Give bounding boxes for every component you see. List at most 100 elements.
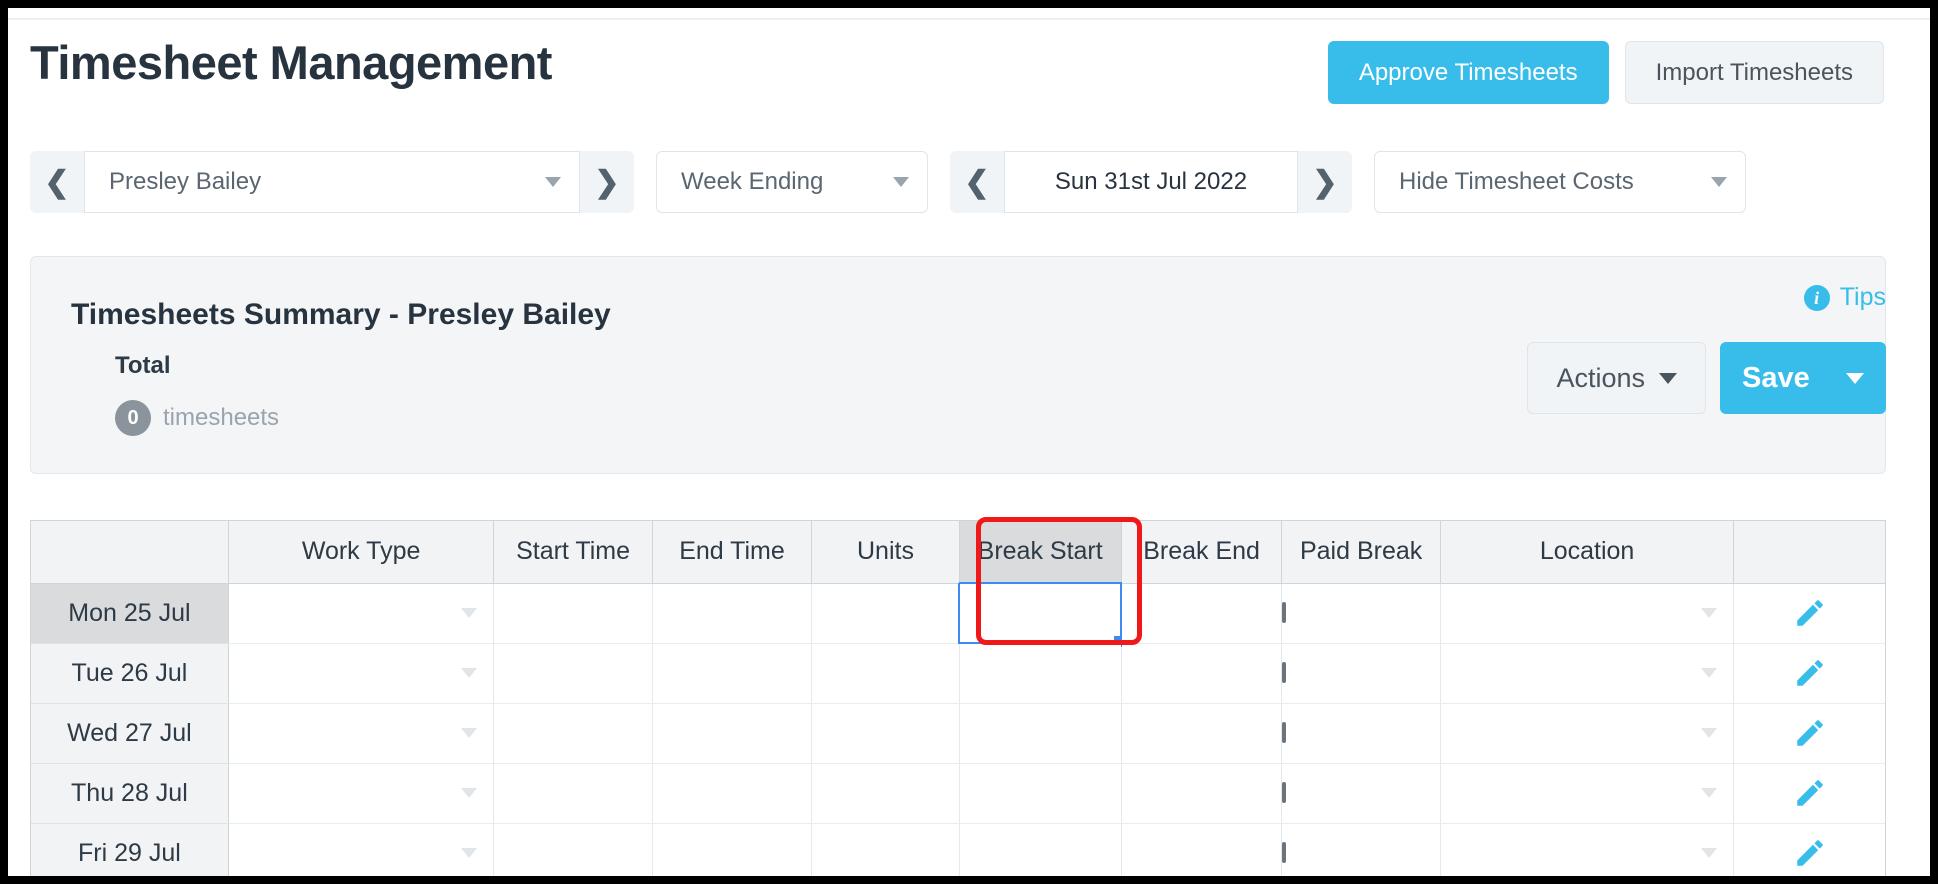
timesheet-count-label: timesheets — [163, 404, 280, 431]
paid-break-checkbox[interactable] — [1282, 662, 1287, 683]
cell-end-time[interactable] — [652, 823, 813, 876]
cell-break-end[interactable] — [1121, 823, 1283, 876]
cell-break-start[interactable] — [959, 703, 1122, 764]
col-header-break-start: Break Start — [959, 521, 1122, 584]
row-day-header[interactable]: Fri 29 Jul — [31, 823, 229, 876]
row-day-header[interactable]: Mon 25 Jul — [31, 583, 229, 644]
cell-paid-break[interactable] — [1281, 763, 1441, 824]
employee-value: Presley Bailey — [109, 168, 262, 195]
paid-break-checkbox[interactable] — [1282, 722, 1287, 743]
pencil-icon[interactable] — [1793, 836, 1827, 870]
cell-paid-break[interactable] — [1281, 703, 1441, 764]
cell-work-type[interactable] — [228, 643, 495, 704]
cell-location[interactable] — [1440, 643, 1735, 704]
cell-break-end[interactable] — [1121, 643, 1283, 704]
cell-location[interactable] — [1440, 823, 1735, 876]
cell-start-time[interactable] — [493, 703, 653, 764]
prev-week-icon[interactable]: ❮ — [950, 151, 1004, 213]
cell-units[interactable] — [811, 583, 960, 644]
date-stepper: ❮ Sun 31st Jul 2022 ❯ — [950, 151, 1352, 213]
cell-row-actions[interactable] — [1733, 583, 1885, 644]
chevron-down-icon — [461, 788, 478, 798]
cell-break-start[interactable] — [959, 763, 1122, 824]
timesheet-costs-value: Hide Timesheet Costs — [1399, 168, 1634, 195]
cell-row-actions[interactable] — [1733, 703, 1885, 764]
timesheet-table: Work Type Start Time End Time Units Brea… — [31, 521, 1885, 876]
info-icon: i — [1803, 284, 1830, 311]
save-label: Save — [1742, 361, 1810, 394]
cell-row-actions[interactable] — [1733, 643, 1885, 704]
cell-end-time[interactable] — [652, 763, 813, 824]
cell-units[interactable] — [811, 643, 960, 704]
chevron-down-icon — [1846, 372, 1864, 384]
cell-break-start[interactable] — [958, 582, 1126, 647]
col-header-day — [31, 521, 229, 584]
cell-start-time[interactable] — [493, 763, 653, 824]
cell-end-time[interactable] — [652, 643, 813, 704]
employee-stepper: ❮ Presley Bailey ❯ — [30, 151, 634, 213]
col-header-actions — [1733, 521, 1885, 584]
cell-end-time[interactable] — [652, 583, 813, 644]
row-day-header[interactable]: Thu 28 Jul — [31, 763, 229, 824]
next-employee-icon[interactable]: ❯ — [580, 151, 634, 213]
cell-break-end[interactable] — [1121, 703, 1283, 764]
paid-break-checkbox[interactable] — [1282, 602, 1287, 623]
chevron-down-icon — [1659, 372, 1677, 384]
week-ending-date[interactable]: Sun 31st Jul 2022 — [1004, 151, 1298, 213]
prev-employee-icon[interactable]: ❮ — [30, 151, 84, 213]
cell-location[interactable] — [1440, 703, 1735, 764]
employee-select[interactable]: Presley Bailey — [84, 151, 580, 213]
col-header-start-time: Start Time — [493, 521, 653, 584]
period-type-select[interactable]: Week Ending — [656, 151, 928, 213]
cell-paid-break[interactable] — [1281, 583, 1441, 644]
actions-dropdown-button[interactable]: Actions — [1527, 342, 1706, 414]
cell-work-type[interactable] — [228, 583, 495, 644]
cell-start-time[interactable] — [493, 643, 653, 704]
cell-paid-break[interactable] — [1281, 643, 1441, 704]
pencil-icon[interactable] — [1793, 596, 1827, 630]
table-row: Tue 26 Jul — [31, 643, 1885, 704]
cell-break-start[interactable] — [959, 643, 1122, 704]
next-week-icon[interactable]: ❯ — [1298, 151, 1352, 213]
row-day-header[interactable]: Tue 26 Jul — [31, 643, 229, 704]
cell-paid-break[interactable] — [1281, 823, 1441, 876]
cell-start-time[interactable] — [493, 823, 653, 876]
save-button[interactable]: Save — [1720, 342, 1886, 414]
cell-location[interactable] — [1440, 583, 1735, 644]
cell-start-time[interactable] — [493, 583, 653, 644]
import-timesheets-button[interactable]: Import Timesheets — [1624, 41, 1884, 104]
header-actions: Approve Timesheets Import Timesheets — [1327, 41, 1884, 104]
row-day-header[interactable]: Wed 27 Jul — [31, 703, 229, 764]
chevron-down-icon — [1701, 608, 1718, 618]
pencil-icon[interactable] — [1793, 656, 1827, 690]
timesheet-count-badge: 0 — [115, 400, 151, 436]
cell-break-start[interactable] — [959, 823, 1122, 876]
tips-label: Tips — [1839, 283, 1886, 311]
pencil-icon[interactable] — [1793, 776, 1827, 810]
approve-timesheets-button[interactable]: Approve Timesheets — [1327, 41, 1609, 104]
cell-work-type[interactable] — [228, 823, 495, 876]
cell-work-type[interactable] — [228, 703, 495, 764]
chevron-down-icon — [1701, 788, 1718, 798]
cell-end-time[interactable] — [652, 703, 813, 764]
cell-row-actions[interactable] — [1733, 763, 1885, 824]
cell-row-actions[interactable] — [1733, 823, 1885, 876]
timesheet-costs-select[interactable]: Hide Timesheet Costs — [1374, 151, 1746, 213]
table-row: Thu 28 Jul — [31, 763, 1885, 824]
cell-units[interactable] — [811, 703, 960, 764]
actions-label: Actions — [1556, 362, 1645, 393]
pencil-icon[interactable] — [1793, 716, 1827, 750]
paid-break-checkbox[interactable] — [1282, 842, 1287, 863]
col-header-paid-break: Paid Break — [1281, 521, 1441, 584]
period-type-value: Week Ending — [681, 168, 824, 195]
cell-work-type[interactable] — [228, 763, 495, 824]
chevron-down-icon — [461, 608, 478, 618]
chevron-down-icon — [461, 848, 478, 858]
cell-location[interactable] — [1440, 763, 1735, 824]
cell-units[interactable] — [811, 823, 960, 876]
cell-break-end[interactable] — [1121, 763, 1283, 824]
tips-link[interactable]: i Tips — [1803, 283, 1886, 312]
cell-units[interactable] — [811, 763, 960, 824]
paid-break-checkbox[interactable] — [1282, 782, 1287, 803]
cell-break-end[interactable] — [1121, 583, 1283, 644]
